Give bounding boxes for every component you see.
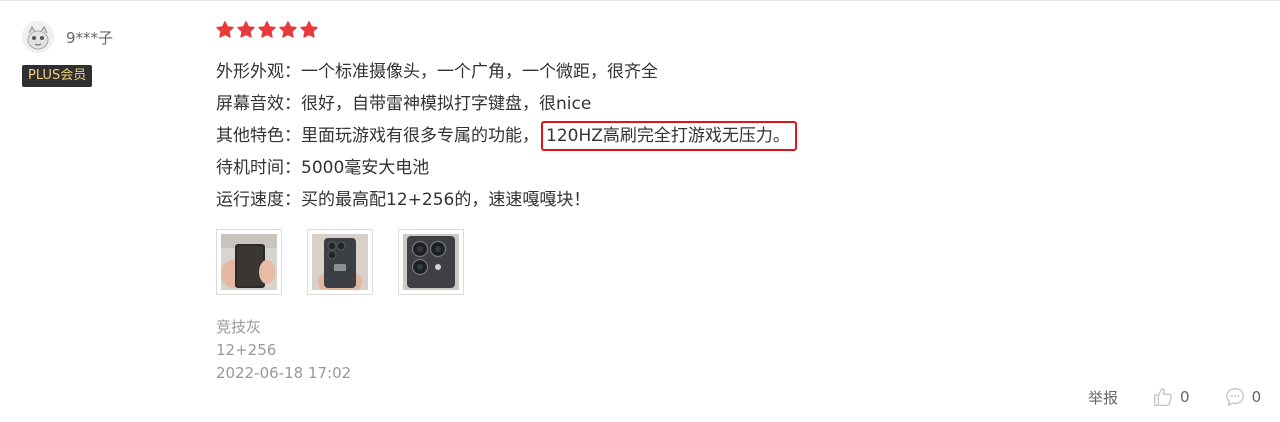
phone-front-image — [221, 234, 277, 290]
star-icon — [216, 21, 234, 38]
purchase-meta: 竞技灰 12+256 2022-06-18 17:02 — [216, 316, 351, 385]
comment-button[interactable]: 0 — [1224, 386, 1262, 408]
phone-back-image — [312, 234, 368, 290]
review-line-screen-sound: 屏幕音效：很好，自带雷神模拟打字键盘，很nice — [216, 88, 797, 120]
star-icon — [258, 21, 276, 38]
like-button[interactable]: 0 — [1152, 386, 1190, 408]
user-avatar[interactable] — [22, 21, 54, 53]
review-label: 运行速度： — [216, 190, 301, 210]
comment-icon — [1225, 388, 1244, 406]
plus-member-badge: PLUS会员 — [22, 65, 93, 87]
product-color: 竞技灰 — [216, 318, 262, 336]
rating-stars — [215, 20, 319, 42]
review-label: 屏幕音效： — [216, 94, 301, 114]
review-line-speed: 运行速度：买的最高配12+256的，速速嘎嘎块！ — [216, 184, 797, 216]
phone-camera-image — [403, 234, 459, 290]
highlighted-text: 120HZ高刷完全打游戏无压力。 — [541, 121, 797, 151]
thumbs-up-icon — [1154, 388, 1172, 406]
star-icon — [300, 21, 318, 38]
avatar-icon — [22, 21, 54, 53]
review-label: 其他特色： — [216, 126, 301, 146]
review-text: 里面玩游戏有很多专属的功能， — [301, 126, 539, 146]
review-line-appearance: 外形外观：一个标准摄像头，一个广角，一个微距，很齐全 — [216, 56, 797, 88]
comment-count: 0 — [1251, 388, 1262, 406]
like-count: 0 — [1180, 388, 1190, 406]
review-line-battery: 待机时间：5000毫安大电池 — [216, 152, 797, 184]
review-actions: 举报 0 0 — [1088, 384, 1261, 410]
phone-back-hand-photo[interactable] — [307, 229, 373, 295]
review-content: 外形外观：一个标准摄像头，一个广角，一个微距，很齐全 屏幕音效：很好，自带雷神模… — [216, 56, 797, 216]
review-text: 5000毫安大电池 — [301, 158, 430, 178]
username[interactable]: 9***子 — [66, 27, 113, 48]
review-line-features: 其他特色：里面玩游戏有很多专属的功能， 120HZ高刷完全打游戏无压力。 — [216, 120, 797, 152]
review-label: 待机时间： — [216, 158, 301, 178]
product-spec: 12+256 — [216, 341, 277, 359]
phone-front-photo[interactable] — [216, 229, 282, 295]
report-link[interactable]: 举报 — [1088, 387, 1118, 408]
review-text: 一个标准摄像头，一个广角，一个微距，很齐全 — [301, 62, 658, 82]
review-text: 很好，自带雷神模拟打字键盘，很nice — [301, 94, 592, 114]
phone-camera-closeup-photo[interactable] — [398, 229, 464, 295]
top-divider — [0, 0, 1280, 1]
photo-gallery — [216, 229, 464, 295]
star-icon — [237, 21, 255, 38]
review-text: 买的最高配12+256的，速速嘎嘎块！ — [301, 190, 591, 210]
star-icon — [279, 21, 297, 38]
review-date: 2022-06-18 17:02 — [216, 364, 352, 382]
review-label: 外形外观： — [216, 62, 301, 82]
